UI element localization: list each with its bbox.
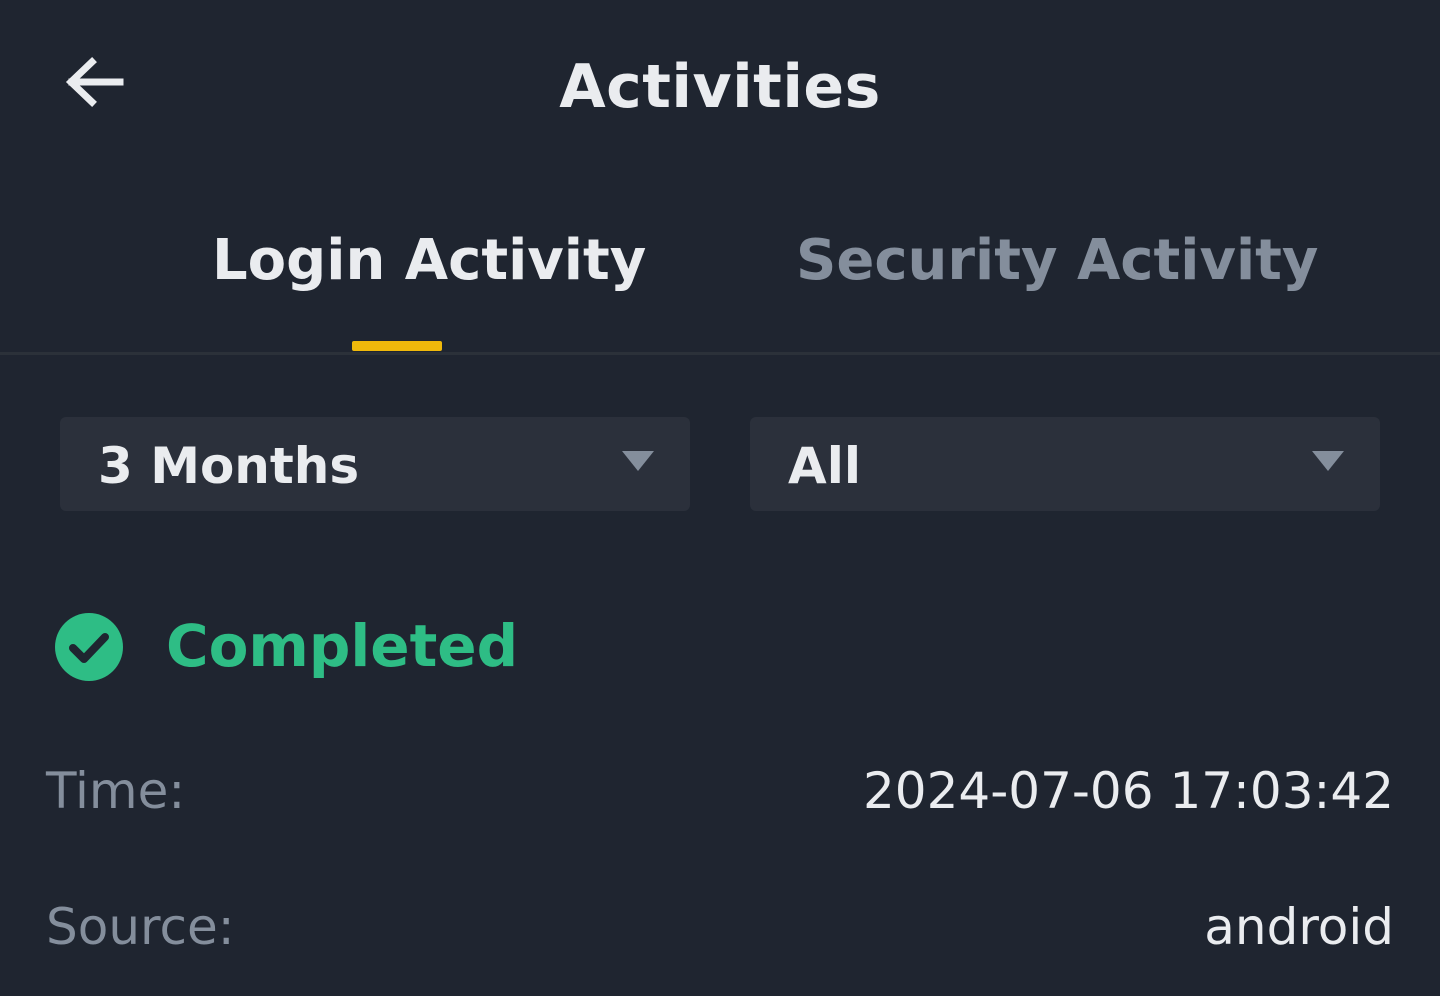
time-label: Time:	[46, 762, 186, 820]
top-bar: Activities	[0, 0, 1440, 180]
type-select[interactable]: All	[750, 417, 1380, 511]
tab-bar: Login Activity Security Activity	[0, 200, 1440, 356]
tab-security-activity[interactable]: Security Activity	[796, 228, 1318, 293]
time-value: 2024-07-06 17:03:42	[862, 762, 1394, 820]
active-tab-indicator	[352, 341, 442, 351]
status-text: Completed	[166, 612, 519, 680]
type-select-value: All	[788, 437, 861, 495]
source-value: android	[1204, 898, 1394, 956]
source-label: Source:	[46, 898, 235, 956]
page-title: Activities	[559, 52, 881, 122]
caret-down-icon	[1312, 451, 1344, 471]
period-select[interactable]: 3 Months	[60, 417, 690, 511]
tabs-divider	[0, 352, 1440, 355]
caret-down-icon	[622, 451, 654, 471]
period-select-value: 3 Months	[98, 437, 360, 495]
check-circle-icon	[55, 613, 123, 681]
tab-login-activity[interactable]: Login Activity	[212, 228, 646, 293]
